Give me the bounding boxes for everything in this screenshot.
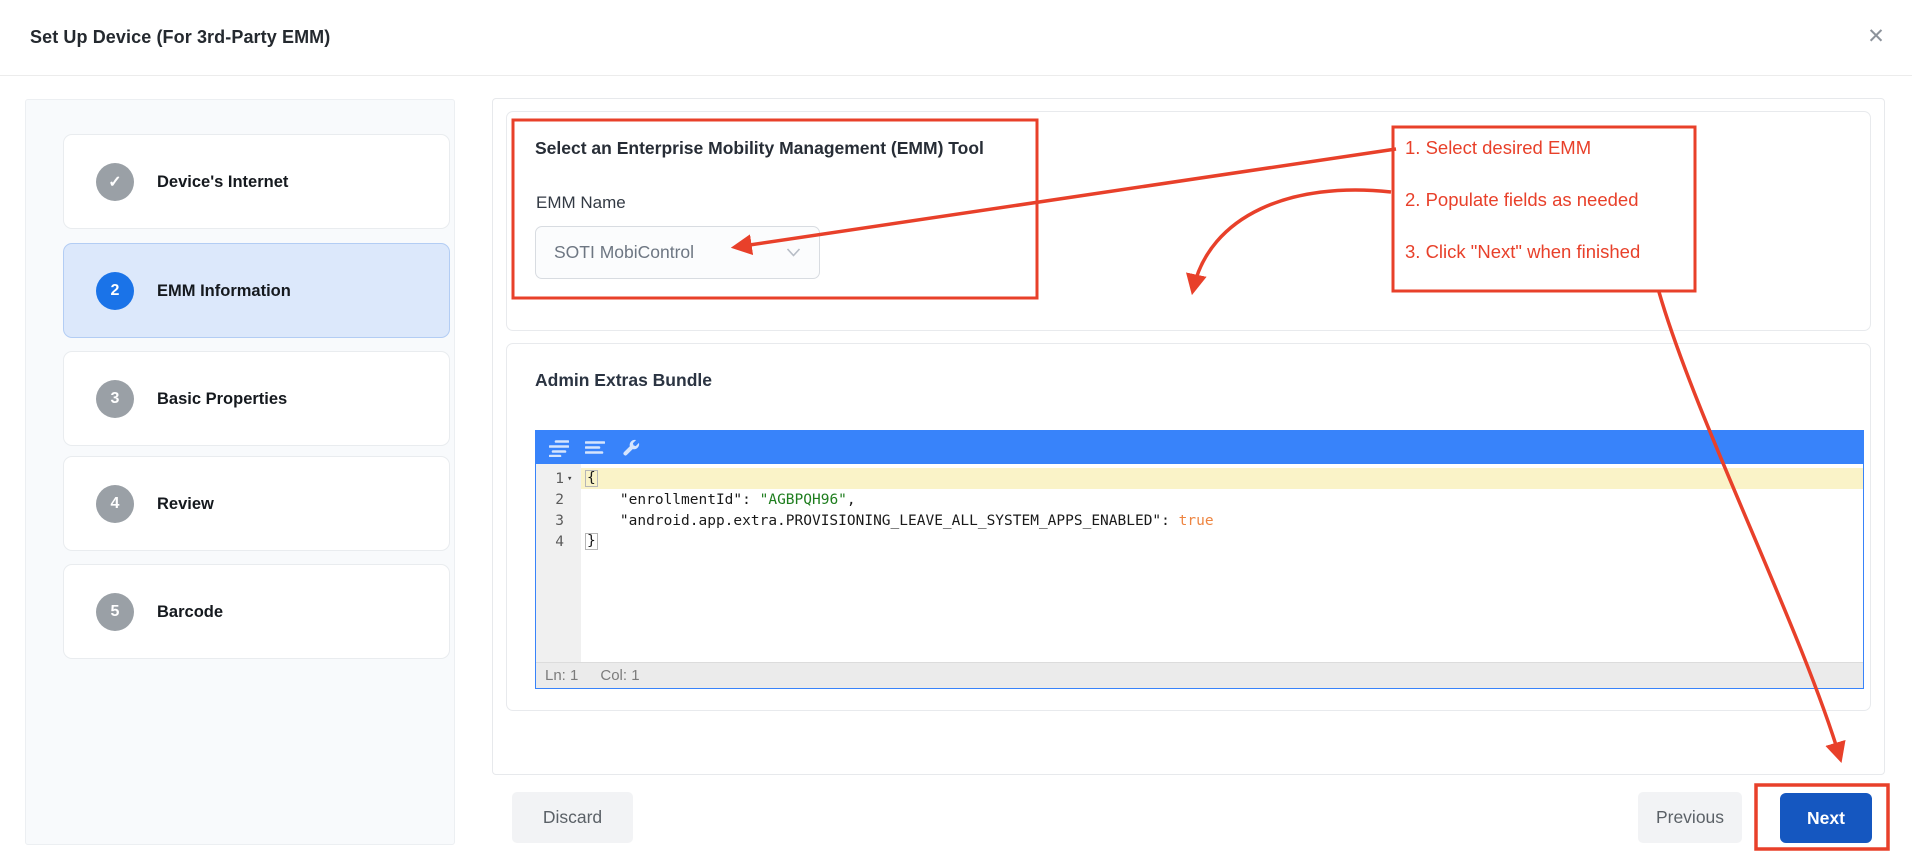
main-panel: Select an Enterprise Mobility Management…: [492, 98, 1885, 775]
step-number-badge: 3: [96, 380, 134, 418]
json-editor: 1▾ 2 3 4 { "enrollmentId": "AGBPQH96", "…: [535, 430, 1864, 689]
steps-sidebar: ✓ Device's Internet 2 EMM Information 3 …: [25, 99, 455, 845]
emm-name-value: SOTI MobiControl: [554, 242, 694, 263]
step-number-badge: 5: [96, 593, 134, 631]
step-devices-internet[interactable]: ✓ Device's Internet: [63, 134, 450, 229]
discard-button[interactable]: Discard: [512, 792, 633, 843]
json-key: "android.app.extra.PROVISIONING_LEAVE_AL…: [585, 513, 1161, 529]
code-line: "android.app.extra.PROVISIONING_LEAVE_AL…: [581, 510, 1863, 531]
code-line: {: [581, 468, 1863, 489]
emm-name-select[interactable]: SOTI MobiControl: [535, 226, 820, 279]
step-emm-information[interactable]: 2 EMM Information: [63, 243, 450, 338]
step-label: Basic Properties: [157, 352, 287, 447]
json-key: "enrollmentId": [585, 492, 742, 508]
line-number: 2: [555, 492, 564, 508]
step-label: Review: [157, 457, 214, 552]
code-lines: { "enrollmentId": "AGBPQH96", "android.a…: [581, 464, 1863, 662]
emm-name-label: EMM Name: [536, 193, 626, 213]
previous-button[interactable]: Previous: [1638, 792, 1742, 843]
json-string-value: "AGBPQH96": [760, 492, 847, 508]
json-boolean-value: true: [1179, 513, 1214, 529]
step-label: Device's Internet: [157, 135, 288, 230]
next-button[interactable]: Next: [1780, 793, 1872, 843]
code-line: }: [581, 531, 1863, 552]
admin-extras-heading: Admin Extras Bundle: [535, 370, 712, 391]
admin-extras-section: Admin Extras Bundle: [506, 343, 1871, 711]
format-json-icon[interactable]: [545, 435, 572, 460]
close-icon[interactable]: ✕: [1862, 22, 1890, 50]
editor-status-bar: Ln: 1 Col: 1: [536, 662, 1863, 688]
emm-select-section: Select an Enterprise Mobility Management…: [506, 111, 1871, 331]
code-line: "enrollmentId": "AGBPQH96",: [581, 489, 1863, 510]
cursor-col-indicator: Col: 1: [600, 667, 639, 684]
json-code-area[interactable]: 1▾ 2 3 4 { "enrollmentId": "AGBPQH96", "…: [536, 464, 1863, 662]
chevron-down-icon: [786, 248, 801, 257]
step-number-badge: 2: [96, 272, 134, 310]
cursor-line-indicator: Ln: 1: [545, 667, 578, 684]
step-barcode[interactable]: 5 Barcode: [63, 564, 450, 659]
close-brace: }: [585, 533, 598, 550]
check-icon: ✓: [96, 163, 134, 201]
json-editor-toolbar: [536, 431, 1863, 464]
dialog-title: Set Up Device (For 3rd-Party EMM): [30, 27, 330, 48]
step-label: Barcode: [157, 565, 223, 660]
emm-section-heading: Select an Enterprise Mobility Management…: [535, 138, 984, 159]
fold-caret-icon[interactable]: ▾: [567, 474, 576, 484]
step-label: EMM Information: [157, 244, 291, 339]
step-basic-properties[interactable]: 3 Basic Properties: [63, 351, 450, 446]
line-number: 3: [555, 513, 564, 529]
line-number: 4: [555, 534, 564, 550]
editor-gutter: 1▾ 2 3 4: [536, 464, 581, 662]
step-number-badge: 4: [96, 485, 134, 523]
compact-json-icon[interactable]: [581, 435, 608, 460]
setup-device-dialog: Set Up Device (For 3rd-Party EMM) ✕ ✓ De…: [0, 0, 1912, 852]
step-review[interactable]: 4 Review: [63, 456, 450, 551]
open-brace: {: [585, 470, 598, 487]
line-number: 1: [555, 471, 564, 487]
dialog-header: Set Up Device (For 3rd-Party EMM) ✕: [0, 0, 1912, 76]
repair-json-icon[interactable]: [617, 435, 644, 460]
